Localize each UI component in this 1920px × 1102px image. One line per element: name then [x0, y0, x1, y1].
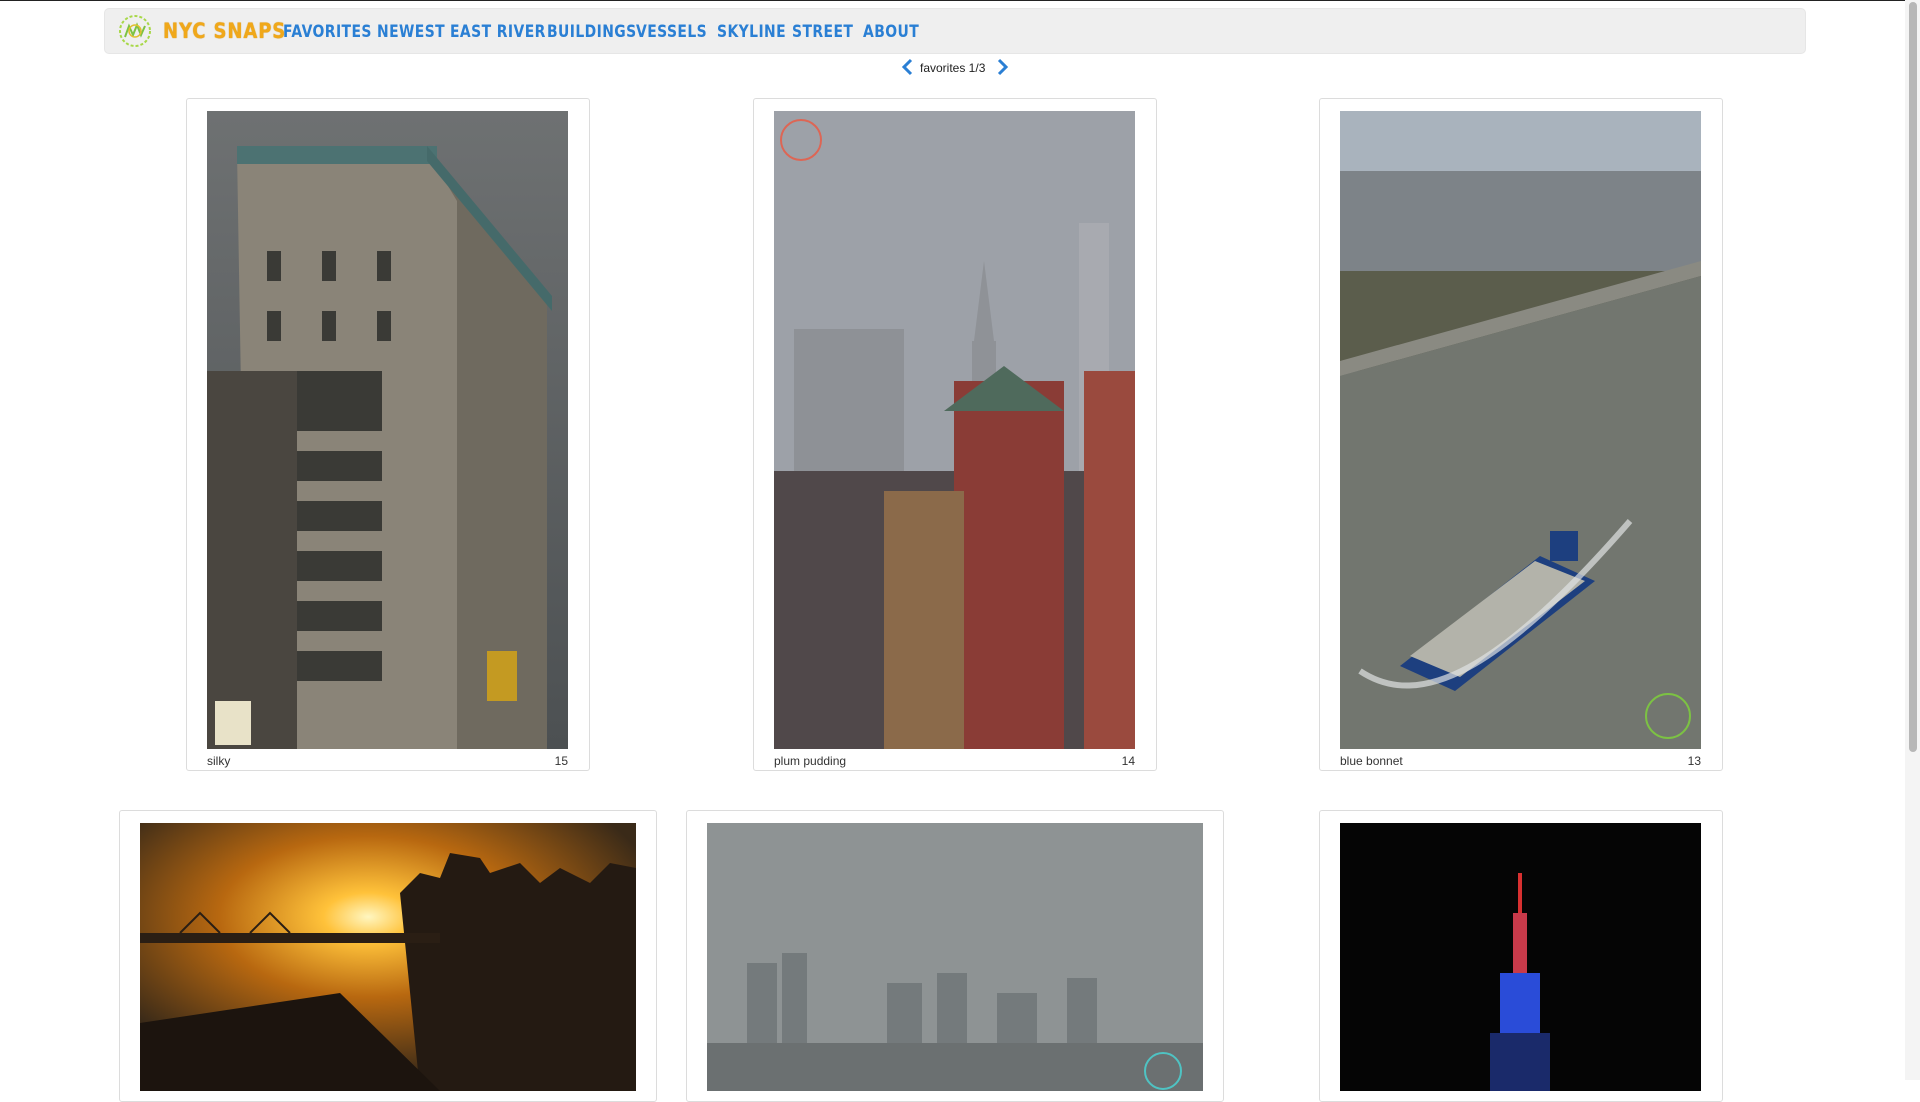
scrollbar-thumb[interactable] — [1909, 2, 1917, 752]
pager: favorites 1/3 — [900, 56, 1010, 80]
wreath-logo-icon[interactable] — [117, 13, 153, 49]
nav-east-river[interactable]: EAST RIVER — [450, 22, 546, 42]
photo-card — [686, 810, 1224, 1102]
pager-label: favorites 1/3 — [920, 61, 986, 75]
chevron-right-icon[interactable] — [994, 56, 1010, 80]
photo-title: blue bonnet — [1340, 754, 1403, 768]
photo-blue-bonnet[interactable] — [1340, 111, 1701, 749]
photo-title: plum pudding — [774, 754, 847, 768]
photo-card: plum pudding 14 — [753, 98, 1157, 771]
photo-title: silky — [207, 754, 231, 768]
nav-buildings[interactable]: BUILDINGS — [547, 22, 637, 42]
nav-newest[interactable]: NEWEST — [377, 22, 445, 42]
navbar: NYC SNAPS FAVORITES NEWEST EAST RIVER BU… — [104, 8, 1806, 54]
photo-sunset[interactable] — [140, 823, 636, 1091]
photo-count: 13 — [1687, 754, 1701, 768]
photo-card — [1319, 810, 1723, 1102]
photo-card: blue bonnet 13 — [1319, 98, 1723, 771]
nav-about[interactable]: ABOUT — [863, 22, 919, 42]
photo-count: 14 — [1121, 754, 1135, 768]
nav-skyline[interactable]: SKYLINE — [717, 22, 786, 42]
window-top-border — [0, 0, 1920, 1]
site-brand[interactable]: NYC SNAPS — [163, 19, 286, 43]
photo-silky[interactable] — [207, 111, 568, 749]
photo-plum-pudding[interactable] — [774, 111, 1135, 749]
photo-card: silky 15 — [186, 98, 590, 771]
photo-empire-state[interactable] — [1340, 823, 1701, 1091]
photo-card — [119, 810, 657, 1102]
nav-vessels[interactable]: VESSELS — [636, 22, 707, 42]
page-scrollbar[interactable] — [1905, 0, 1920, 1080]
photo-foggy-skyline[interactable] — [707, 823, 1203, 1091]
chevron-left-icon[interactable] — [900, 56, 916, 80]
nav-street[interactable]: STREET — [792, 22, 853, 42]
nav-favorites[interactable]: FAVORITES — [283, 22, 372, 42]
photo-count: 15 — [554, 754, 568, 768]
